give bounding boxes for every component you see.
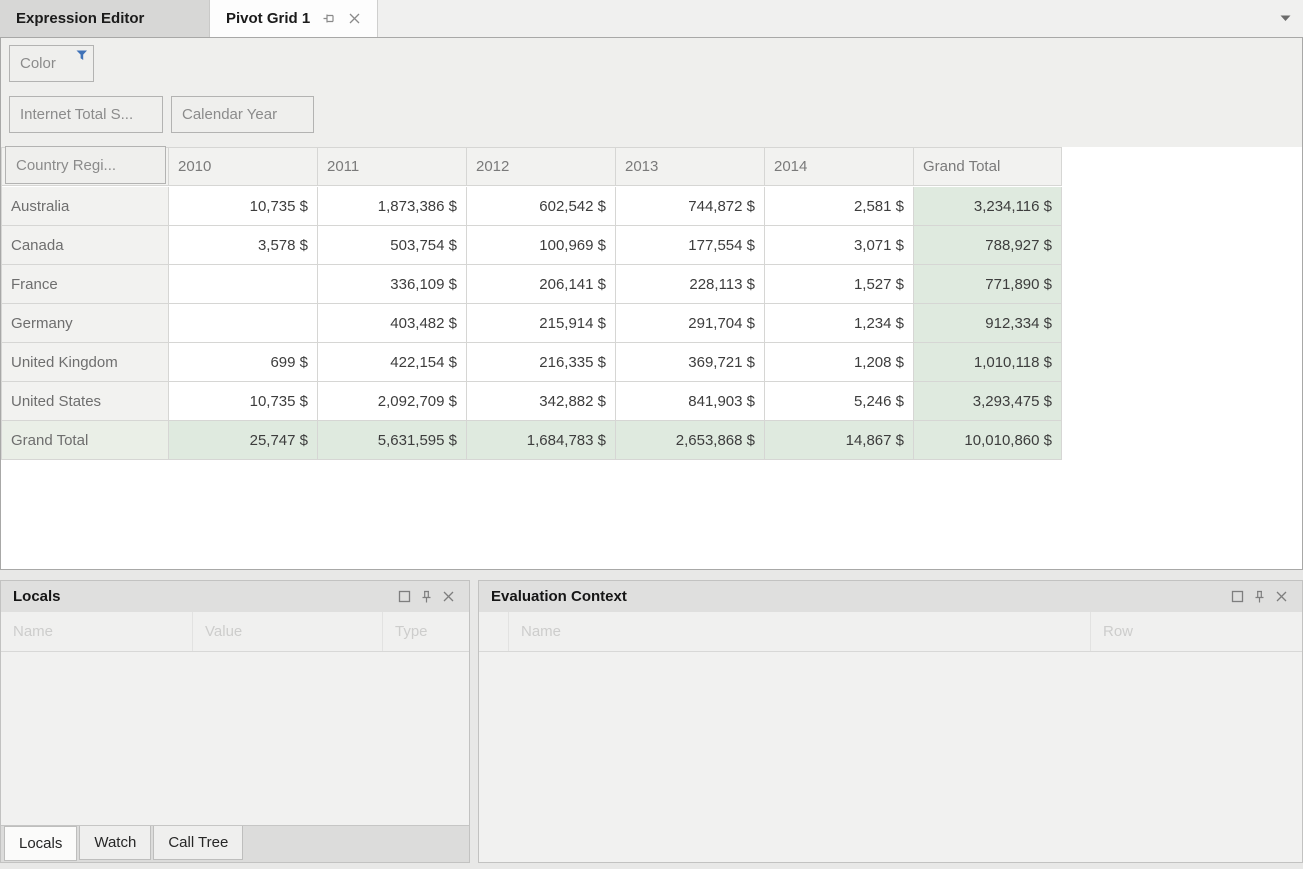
pivot-cell[interactable]: 215,914 $: [467, 304, 616, 343]
pivot-column-header[interactable]: Grand Total: [914, 148, 1062, 186]
maximize-icon[interactable]: [393, 587, 415, 607]
pivot-row-header[interactable]: Australia: [2, 187, 169, 226]
pivot-cell[interactable]: 1,010,118 $: [914, 343, 1062, 382]
pivot-cell[interactable]: 5,246 $: [765, 382, 914, 421]
pin-icon[interactable]: [322, 12, 336, 25]
maximize-icon[interactable]: [1226, 587, 1248, 607]
pivot-cell[interactable]: [169, 304, 318, 343]
pivot-cell[interactable]: [169, 265, 318, 304]
locals-panel: Locals NameValueType LocalsWatchCall Tre…: [0, 580, 470, 863]
locals-tab-strip: LocalsWatchCall Tree: [1, 825, 469, 862]
filter-field-label: Color: [20, 55, 56, 72]
evaluation-context-column-header-name[interactable]: Name: [509, 612, 1091, 651]
filter-funnel-icon[interactable]: [76, 50, 88, 61]
pivot-cell[interactable]: 25,747 $: [169, 421, 318, 460]
pivot-cell[interactable]: 788,927 $: [914, 226, 1062, 265]
evaluation-context-caption: Evaluation Context: [479, 581, 1302, 612]
evaluation-context-panel: Evaluation Context NameRow: [478, 580, 1303, 863]
pivot-cell[interactable]: 602,542 $: [467, 187, 616, 226]
pivot-cell[interactable]: 3,293,475 $: [914, 382, 1062, 421]
pivot-cell[interactable]: 1,527 $: [765, 265, 914, 304]
pin-icon[interactable]: [1248, 587, 1270, 607]
pivot-row-header[interactable]: United Kingdom: [2, 343, 169, 382]
pivot-cell[interactable]: 10,735 $: [169, 382, 318, 421]
locals-column-header-type[interactable]: Type: [383, 612, 469, 651]
pivot-row-header[interactable]: Canada: [2, 226, 169, 265]
data-field-button[interactable]: Internet Total S...: [9, 96, 163, 133]
pin-icon[interactable]: [415, 587, 437, 607]
locals-panel-caption: Locals: [1, 581, 469, 612]
pivot-column-header[interactable]: 2012: [467, 148, 616, 186]
pivot-cell[interactable]: 177,554 $: [616, 226, 765, 265]
pivot-column-header[interactable]: 2011: [318, 148, 467, 186]
pivot-cell[interactable]: 699 $: [169, 343, 318, 382]
pivot-cell[interactable]: 10,735 $: [169, 187, 318, 226]
pivot-grid-panel: Color Internet Total S... Calendar Year …: [0, 37, 1303, 570]
pivot-cell[interactable]: 10,010,860 $: [914, 421, 1062, 460]
evaluation-context-title: Evaluation Context: [491, 588, 1226, 605]
pivot-row-header[interactable]: Grand Total: [2, 421, 169, 460]
pivot-cell[interactable]: 3,234,116 $: [914, 187, 1062, 226]
tab-expression-editor-label: Expression Editor: [16, 10, 144, 27]
evaluation-context-column-header-row[interactable]: Row: [1091, 612, 1302, 651]
column-field-label: Calendar Year: [182, 106, 277, 123]
pivot-cell[interactable]: 912,334 $: [914, 304, 1062, 343]
pivot-column-header[interactable]: 2014: [765, 148, 914, 186]
locals-column-headers: NameValueType: [1, 612, 469, 652]
pivot-cell[interactable]: 100,969 $: [467, 226, 616, 265]
pivot-table: 20102011201220132014Grand TotalAustralia…: [1, 147, 1062, 460]
close-icon[interactable]: [348, 12, 361, 25]
pivot-row-header[interactable]: France: [2, 265, 169, 304]
tab-expression-editor[interactable]: Expression Editor: [0, 0, 210, 37]
pivot-cell[interactable]: 336,109 $: [318, 265, 467, 304]
pivot-cell[interactable]: 771,890 $: [914, 265, 1062, 304]
pivot-cell[interactable]: 2,092,709 $: [318, 382, 467, 421]
pivot-cell[interactable]: 744,872 $: [616, 187, 765, 226]
pivot-cell[interactable]: 216,335 $: [467, 343, 616, 382]
pivot-cell[interactable]: 14,867 $: [765, 421, 914, 460]
pivot-cell[interactable]: 369,721 $: [616, 343, 765, 382]
locals-column-header-name[interactable]: Name: [1, 612, 193, 651]
tab-pivot-grid[interactable]: Pivot Grid 1: [210, 0, 378, 37]
pivot-cell[interactable]: 403,482 $: [318, 304, 467, 343]
pivot-cell[interactable]: 1,684,783 $: [467, 421, 616, 460]
pivot-cell[interactable]: 5,631,595 $: [318, 421, 467, 460]
locals-panel-title: Locals: [13, 588, 393, 605]
close-icon[interactable]: [1270, 587, 1292, 607]
filter-field-button[interactable]: Color: [9, 45, 94, 82]
evaluation-context-indicator-column: [479, 612, 509, 651]
data-field-label: Internet Total S...: [20, 106, 133, 123]
pivot-row-header[interactable]: Germany: [2, 304, 169, 343]
pivot-cell[interactable]: 2,581 $: [765, 187, 914, 226]
pivot-cell[interactable]: 291,704 $: [616, 304, 765, 343]
bottom-tab-call-tree[interactable]: Call Tree: [153, 826, 243, 860]
tab-list-dropdown-icon[interactable]: [1280, 15, 1291, 22]
pivot-cell[interactable]: 1,234 $: [765, 304, 914, 343]
locals-column-header-value[interactable]: Value: [193, 612, 383, 651]
pivot-cell[interactable]: 206,141 $: [467, 265, 616, 304]
pivot-cell[interactable]: 1,873,386 $: [318, 187, 467, 226]
pivot-cell[interactable]: 3,578 $: [169, 226, 318, 265]
column-field-button[interactable]: Calendar Year: [171, 96, 314, 133]
tab-pivot-grid-label: Pivot Grid 1: [226, 10, 310, 27]
pivot-cell[interactable]: 841,903 $: [616, 382, 765, 421]
pivot-cell[interactable]: 2,653,868 $: [616, 421, 765, 460]
pivot-row-header[interactable]: United States: [2, 382, 169, 421]
pivot-cell[interactable]: 422,154 $: [318, 343, 467, 382]
pivot-cell[interactable]: 1,208 $: [765, 343, 914, 382]
evaluation-context-column-headers: NameRow: [479, 612, 1302, 652]
pivot-column-header[interactable]: 2013: [616, 148, 765, 186]
pivot-column-header[interactable]: 2010: [169, 148, 318, 186]
pivot-cell[interactable]: 342,882 $: [467, 382, 616, 421]
pivot-cell[interactable]: 503,754 $: [318, 226, 467, 265]
document-tab-strip: Expression Editor Pivot Grid 1: [0, 0, 1303, 37]
row-field-label: Country Regi...: [16, 157, 116, 174]
bottom-tab-locals[interactable]: Locals: [4, 826, 77, 861]
bottom-tab-watch[interactable]: Watch: [79, 826, 151, 860]
pivot-cell[interactable]: 228,113 $: [616, 265, 765, 304]
close-icon[interactable]: [437, 587, 459, 607]
pivot-cell[interactable]: 3,071 $: [765, 226, 914, 265]
row-field-button[interactable]: Country Regi...: [5, 146, 166, 184]
